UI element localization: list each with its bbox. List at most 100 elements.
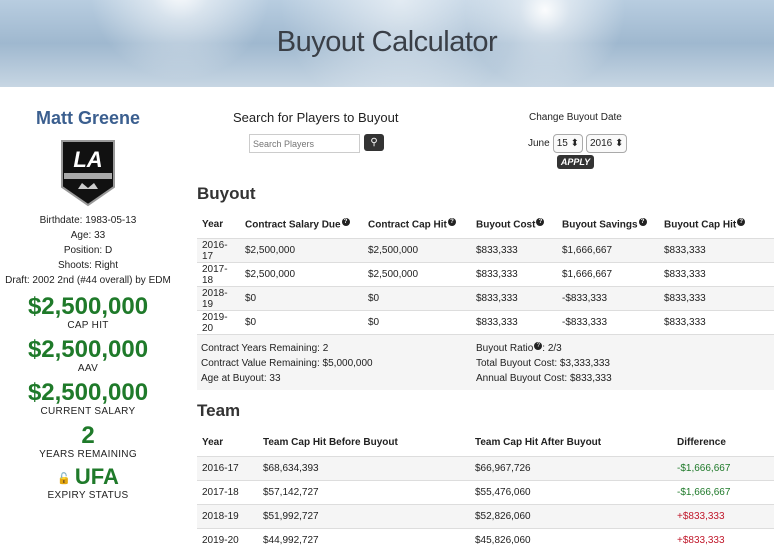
cell: $0 [240, 310, 363, 334]
contract-years-remaining: Contract Years Remaining: 2 [201, 343, 329, 354]
cell: $2,500,000 [240, 238, 363, 263]
page-title: Buyout Calculator [276, 26, 498, 58]
shoots: Shoots: Right [57, 260, 119, 271]
cell: $833,333 [471, 238, 557, 263]
cell: 2019-20 [197, 310, 240, 334]
select-arrows-icon: ⬍ [570, 138, 579, 149]
cell: -$833,333 [557, 286, 659, 311]
table-row: 2016-17 $68,634,393 $66,967,726 -$1,666,667 [197, 456, 774, 481]
help-icon[interactable]: ? [536, 217, 545, 226]
years-remaining-value: 2 [81, 422, 95, 449]
age: Age: 33 [70, 230, 106, 241]
month-label: June [528, 138, 550, 149]
cell: $2,500,000 [363, 262, 471, 287]
col-contract-cap-hit: Contract Cap Hit? [363, 210, 471, 239]
col-difference: Difference [677, 436, 726, 448]
table-row: 2017-18 $57,142,727 $55,476,060 -$1,666,667 [197, 480, 774, 505]
help-icon[interactable]: ? [341, 217, 350, 226]
table-row: 2018-19 $51,992,727 $52,826,060 +$833,333 [197, 504, 774, 529]
expiry-label: EXPIRY STATUS [47, 490, 129, 501]
help-icon[interactable]: ? [737, 217, 746, 226]
search-title: Search for Players to Buyout [233, 110, 399, 125]
cell: $57,142,727 [258, 480, 470, 505]
team-logo: LA [60, 139, 116, 207]
col-buyout-cost: Buyout Cost? [471, 210, 557, 239]
player-name[interactable]: Matt Greene [0, 108, 176, 129]
year-select[interactable]: 2016 ⬍ [585, 134, 628, 153]
summary-right: Buyout Ratio?: 2/3 Total Buyout Cost: $3… [476, 341, 612, 386]
buyout-ratio: Buyout Ratio?: 2/3 [476, 341, 612, 356]
cap-hit-value: $2,500,000 [27, 293, 149, 320]
cell: 2018-19 [197, 504, 258, 529]
lock-icon: 🔓 [57, 472, 71, 485]
cell: -$833,333 [557, 310, 659, 334]
cell: $55,476,060 [470, 480, 672, 505]
apply-button[interactable]: APPLY [557, 155, 594, 169]
cell: 2018-19 [197, 286, 240, 311]
contract-value-remaining: Contract Value Remaining: $5,000,000 [201, 358, 373, 369]
col-label: Buyout Savings [562, 219, 638, 231]
col-cap-hit-before: Team Cap Hit Before Buyout [263, 436, 398, 448]
player-card: Matt Greene LA Birthdate: 1983-05-13 Age… [0, 108, 176, 501]
search-input[interactable] [249, 134, 360, 153]
cell: 2019-20 [197, 528, 258, 552]
cell: $2,500,000 [363, 238, 471, 263]
buyout-heading: Buyout [197, 184, 256, 203]
current-salary-label: CURRENT SALARY [40, 406, 136, 417]
search-button[interactable]: ⚲ [364, 134, 384, 151]
search-icon: ⚲ [370, 137, 378, 148]
years-remaining-label: YEARS REMAINING [39, 449, 137, 460]
header-banner: Buyout Calculator [0, 0, 774, 87]
cell: $51,992,727 [258, 504, 470, 529]
col-year: Year [202, 218, 224, 230]
aav-value: $2,500,000 [27, 336, 149, 363]
team-table: Year Team Cap Hit Before Buyout Team Cap… [197, 428, 774, 552]
expiry-value: UFA [74, 464, 119, 489]
day-select[interactable]: 15 ⬍ [552, 134, 583, 153]
buyout-date-title: Change Buyout Date [529, 112, 622, 123]
team-heading: Team [197, 401, 241, 420]
day-value: 15 [556, 138, 568, 149]
ratio-label: Buyout Ratio [476, 343, 534, 354]
difference-cell: +$833,333 [672, 528, 774, 552]
difference-cell: -$1,666,667 [672, 456, 774, 481]
col-label: Buyout Cap Hit [664, 219, 737, 231]
cell: $0 [363, 310, 471, 334]
table-row: 2018-19 $0 $0 $833,333 -$833,333 $833,333 [197, 286, 774, 311]
difference-cell: -$1,666,667 [672, 480, 774, 505]
cell: $44,992,727 [258, 528, 470, 552]
logo-letters: LA [73, 147, 102, 172]
buyout-date-controls: June 15 ⬍ 2016 ⬍ [528, 134, 628, 153]
col-buyout-cap-hit: Buyout Cap Hit? [659, 210, 774, 239]
cell: $0 [240, 286, 363, 311]
cell: $52,826,060 [470, 504, 672, 529]
cell: $2,500,000 [240, 262, 363, 287]
col-contract-salary-due: Contract Salary Due? [240, 210, 363, 239]
cell: $833,333 [659, 262, 774, 287]
current-salary-value: $2,500,000 [27, 379, 149, 406]
cell: $833,333 [471, 262, 557, 287]
help-icon[interactable]: ? [447, 217, 456, 226]
birthdate: Birthdate: 1983-05-13 [39, 215, 137, 226]
cell: $45,826,060 [470, 528, 672, 552]
total-buyout-cost: Total Buyout Cost: $3,333,333 [476, 358, 610, 369]
expiry-status: 🔓 UFA [0, 464, 176, 490]
year-value: 2016 [589, 138, 613, 149]
table-row: 2017-18 $2,500,000 $2,500,000 $833,333 $1,66… [197, 262, 774, 287]
col-label: Contract Salary Due [245, 219, 341, 231]
cell: $833,333 [471, 310, 557, 334]
cell: $833,333 [659, 286, 774, 311]
cell: $66,967,726 [470, 456, 672, 481]
cell: $833,333 [659, 238, 774, 263]
aav-label: AAV [77, 363, 99, 374]
search-bar: ⚲ [249, 134, 384, 153]
col-buyout-savings: Buyout Savings? [557, 210, 659, 239]
help-icon[interactable]: ? [638, 217, 647, 226]
ratio-value: : 2/3 [542, 343, 562, 354]
summary-left: Contract Years Remaining: 2 Contract Val… [201, 341, 373, 386]
col-label: Buyout Cost [476, 219, 536, 231]
cell: $1,666,667 [557, 262, 659, 287]
annual-buyout-cost: Annual Buyout Cost: $833,333 [476, 373, 612, 384]
cell: 2016-17 [197, 238, 240, 263]
cell: $0 [363, 286, 471, 311]
